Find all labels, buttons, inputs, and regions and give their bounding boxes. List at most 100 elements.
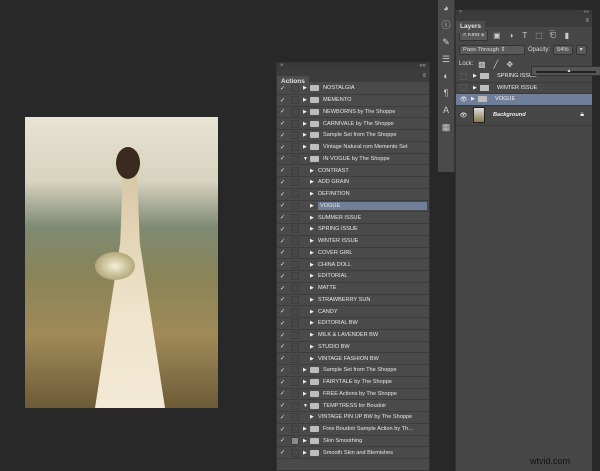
action-set-row[interactable]: ✓ ▶ Sample Set from The Shoppe [277, 130, 429, 142]
action-row[interactable]: ✓ ▶ ADD GRAIN [277, 177, 429, 189]
dialog-toggle-box[interactable] [291, 107, 299, 116]
dialog-toggle-box[interactable] [291, 378, 299, 387]
action-set-row[interactable]: ✓ ▶ NOSTALGIA [277, 83, 429, 95]
dialog-toggle-box[interactable] [291, 201, 299, 210]
toggle-check-icon[interactable]: ✓ [277, 379, 288, 386]
toggle-check-icon[interactable]: ✓ [277, 426, 288, 433]
toggle-check-icon[interactable]: ✓ [277, 437, 288, 444]
toggle-check-icon[interactable]: ✓ [277, 132, 288, 139]
action-row[interactable]: ✓ ▶ EDITORIAL [277, 271, 429, 283]
glyph-icon[interactable]: ▦ [438, 119, 454, 136]
filter-pixel-icon[interactable]: ▣ [491, 31, 502, 40]
action-row[interactable]: ✓ ▶ SUMMER ISSUE [277, 212, 429, 224]
action-row[interactable]: ✓ ▶ DEFINITION [277, 189, 429, 201]
toggle-check-icon[interactable]: ✓ [277, 179, 288, 186]
action-set-row[interactable]: ✓ ▶ Vintage Natural rom Memento Set [277, 142, 429, 154]
toggle-check-icon[interactable]: ✓ [277, 108, 288, 115]
expanded-triangle-icon[interactable]: ▼ [303, 156, 310, 162]
dialog-toggle-box[interactable] [291, 166, 299, 175]
action-row[interactable]: ✓ ▶ CONTRAST [277, 165, 429, 177]
collapsed-triangle-icon[interactable]: ▶ [310, 332, 317, 338]
toggle-check-icon[interactable]: ✓ [277, 355, 288, 362]
collapsed-triangle-icon[interactable]: ▶ [310, 191, 317, 197]
toggle-check-icon[interactable]: ✓ [277, 367, 288, 374]
dialog-toggle-box[interactable] [291, 272, 299, 281]
collapsed-triangle-icon[interactable]: ▶ [303, 85, 310, 91]
dialog-toggle-box[interactable] [291, 295, 299, 304]
toggle-check-icon[interactable]: ✓ [277, 214, 288, 221]
dialog-toggle-box[interactable] [291, 436, 299, 445]
action-set-row[interactable]: ✓ ▶ Smooth Skin and Blemishes [277, 447, 429, 459]
dialog-toggle-box[interactable] [291, 425, 299, 434]
toggle-check-icon[interactable]: ✓ [277, 273, 288, 280]
collapsed-triangle-icon[interactable]: ▶ [310, 414, 317, 420]
dialog-toggle-box[interactable] [291, 389, 299, 398]
filter-toggle-icon[interactable]: ▮ [561, 31, 572, 40]
paragraph-icon[interactable]: ¶ [438, 85, 454, 102]
dialog-toggle-box[interactable] [291, 401, 299, 410]
collapsed-triangle-icon[interactable]: ▶ [310, 238, 317, 244]
collapsed-triangle-icon[interactable]: ▶ [310, 215, 317, 221]
toggle-check-icon[interactable]: ✓ [277, 167, 288, 174]
toggle-check-icon[interactable]: ✓ [277, 343, 288, 350]
collapsed-triangle-icon[interactable]: ▶ [310, 320, 317, 326]
collapsed-triangle-icon[interactable]: ▶ [310, 297, 317, 303]
action-set-row[interactable]: ✓ ▶ MEMENTO [277, 95, 429, 107]
dialog-toggle-box[interactable] [291, 131, 299, 140]
dialog-toggle-box[interactable] [291, 143, 299, 152]
action-set-row[interactable]: ✓ ▼ TEMPTRESS for Boudoir [277, 400, 429, 412]
action-set-row[interactable]: ✓ ▶ CARNIVALE by The Shoppe [277, 118, 429, 130]
collapsed-triangle-icon[interactable]: ▶ [303, 144, 310, 150]
collapsed-triangle-icon[interactable]: ▶ [310, 285, 317, 291]
opacity-input[interactable]: 54% [553, 45, 573, 55]
toggle-check-icon[interactable]: ✓ [277, 144, 288, 151]
collapsed-triangle-icon[interactable]: ▶ [310, 179, 317, 185]
toggle-check-icon[interactable]: ✓ [277, 320, 288, 327]
dialog-toggle-box[interactable] [291, 307, 299, 316]
lock-pixels-icon[interactable]: ╱ [490, 60, 501, 69]
dialog-toggle-box[interactable] [291, 248, 299, 257]
toggle-check-icon[interactable]: ✓ [277, 449, 288, 456]
collapsed-triangle-icon[interactable]: ▶ [310, 273, 317, 279]
collapse-icon[interactable]: «« [419, 63, 426, 70]
visibility-toggle[interactable] [460, 72, 467, 80]
action-row[interactable]: ✓ ▶ WINTER ISSUE [277, 236, 429, 248]
dialog-toggle-box[interactable] [291, 119, 299, 128]
opacity-dropdown-button[interactable]: ▾ [575, 45, 587, 55]
collapsed-triangle-icon[interactable]: ▶ [310, 203, 317, 209]
dialog-toggle-box[interactable] [291, 178, 299, 187]
collapsed-triangle-icon[interactable]: ▶ [303, 132, 310, 138]
action-row[interactable]: ✓ ▶ STRAWBERRY SUN [277, 295, 429, 307]
collapsed-triangle-icon[interactable]: ▶ [303, 450, 310, 456]
lock-transparent-icon[interactable]: ▩ [476, 60, 487, 69]
dialog-toggle-box[interactable] [291, 413, 299, 422]
collapsed-triangle-icon[interactable]: ▶ [310, 250, 317, 256]
layer-row[interactable]: ▶ WINTER ISSUE [456, 83, 592, 94]
panel-menu-icon[interactable]: ≡ [422, 73, 426, 79]
action-row[interactable]: ✓ ▶ MILK & LAVENDER BW [277, 330, 429, 342]
toggle-check-icon[interactable]: ✓ [277, 261, 288, 268]
info-icon[interactable]: ⓘ [438, 17, 454, 34]
dialog-toggle-box[interactable] [291, 237, 299, 246]
action-set-row[interactable]: ✓ ▶ Free Boudoir Sample Action by Th... [277, 424, 429, 436]
layer-row[interactable]: 👁︎ Background 🔒︎ [456, 106, 592, 126]
toggle-check-icon[interactable]: ✓ [277, 308, 288, 315]
dialog-toggle-box[interactable] [291, 366, 299, 375]
filter-adjustment-icon[interactable]: ◑ [505, 31, 516, 40]
collapsed-triangle-icon[interactable]: ▶ [303, 438, 310, 444]
toggle-check-icon[interactable]: ✓ [277, 390, 288, 397]
lock-position-icon[interactable]: ✥ [504, 60, 515, 69]
toggle-check-icon[interactable]: ✓ [277, 296, 288, 303]
filter-shape-icon[interactable]: ⬚ [533, 31, 544, 40]
dialog-toggle-box[interactable] [291, 225, 299, 234]
toggle-check-icon[interactable]: ✓ [277, 85, 288, 92]
collapsed-triangle-icon[interactable]: ▶ [473, 73, 480, 79]
toggle-check-icon[interactable]: ✓ [277, 120, 288, 127]
collapsed-triangle-icon[interactable]: ▶ [303, 391, 310, 397]
eye-icon[interactable]: 👁︎ [456, 96, 471, 103]
collapsed-triangle-icon[interactable]: ▶ [303, 121, 310, 127]
color-icon[interactable]: ◕ [438, 0, 454, 17]
action-set-row[interactable]: ✓ ▶ FAIRYTALE by The Shoppe [277, 377, 429, 389]
action-row[interactable]: ✓ ▶ EDITORIAL BW [277, 318, 429, 330]
blend-mode-select[interactable]: Pass Through ⇕ [459, 45, 525, 55]
